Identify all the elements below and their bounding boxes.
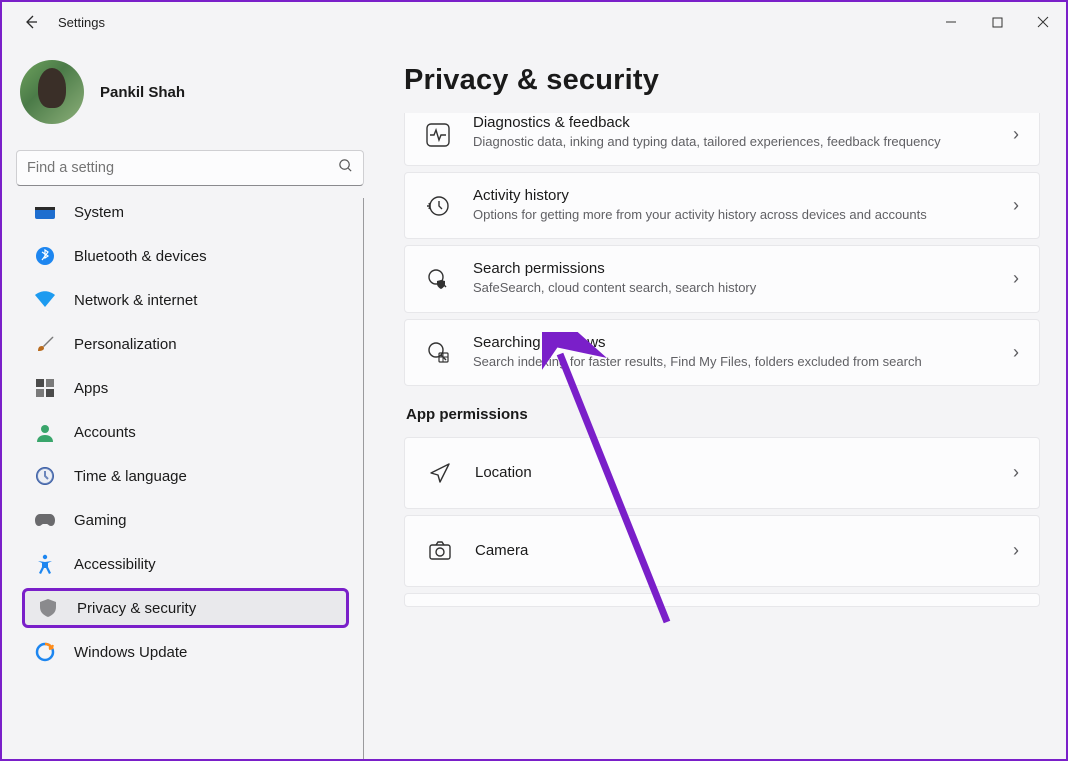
card-activity-history[interactable]: Activity history Options for getting mor… xyxy=(404,172,1040,239)
update-icon xyxy=(34,641,56,663)
main-panel: Privacy & security Diagnostics & feedbac… xyxy=(370,42,1066,759)
chevron-right-icon: › xyxy=(1013,124,1019,145)
sidebar-item-label: Apps xyxy=(74,380,108,397)
sidebar-item-accessibility[interactable]: Accessibility xyxy=(22,544,349,584)
sidebar-item-label: System xyxy=(74,204,124,221)
sidebar-item-label: Gaming xyxy=(74,512,127,529)
placeholder-icon xyxy=(425,593,455,607)
card-location[interactable]: Location › xyxy=(404,437,1040,509)
card-subtitle: Options for getting more from your activ… xyxy=(473,206,993,224)
card-partial-next[interactable] xyxy=(404,593,1040,607)
search-box[interactable] xyxy=(16,150,364,186)
window-title: Settings xyxy=(58,15,105,30)
sidebar-item-label: Network & internet xyxy=(74,292,197,309)
sidebar-item-system[interactable]: System xyxy=(22,198,349,232)
card-title: Diagnostics & feedback xyxy=(473,114,993,131)
card-title: Searching Windows xyxy=(473,334,993,351)
card-camera[interactable]: Camera › xyxy=(404,515,1040,587)
card-title: Location xyxy=(475,464,993,481)
sidebar-item-apps[interactable]: Apps xyxy=(22,368,349,408)
apps-icon xyxy=(34,377,56,399)
camera-icon xyxy=(425,536,455,566)
minimize-button[interactable] xyxy=(928,2,974,42)
sidebar-item-network[interactable]: Network & internet xyxy=(22,280,349,320)
sidebar-item-label: Bluetooth & devices xyxy=(74,248,207,265)
history-icon xyxy=(423,191,453,221)
card-search-permissions[interactable]: Search permissions SafeSearch, cloud con… xyxy=(404,245,1040,312)
minimize-icon xyxy=(945,16,957,28)
person-icon xyxy=(34,421,56,443)
chevron-right-icon: › xyxy=(1013,540,1019,561)
sidebar-item-label: Time & language xyxy=(74,468,187,485)
card-subtitle: Search indexing for faster results, Find… xyxy=(473,353,993,371)
search-input[interactable] xyxy=(27,160,338,176)
section-app-permissions: App permissions xyxy=(406,406,1040,423)
sidebar-item-label: Privacy & security xyxy=(77,600,196,617)
shield-icon xyxy=(37,597,59,619)
search-grid-icon xyxy=(423,337,453,367)
sidebar-item-bluetooth[interactable]: Bluetooth & devices xyxy=(22,236,349,276)
page-title: Privacy & security xyxy=(404,64,1040,97)
card-title: Search permissions xyxy=(473,260,993,277)
sidebar-item-label: Windows Update xyxy=(74,644,187,661)
card-subtitle: SafeSearch, cloud content search, search… xyxy=(473,279,993,297)
sidebar-item-gaming[interactable]: Gaming xyxy=(22,500,349,540)
sidebar-item-accounts[interactable]: Accounts xyxy=(22,412,349,452)
heartbeat-icon xyxy=(423,120,453,150)
profile-block[interactable]: Pankil Shah xyxy=(16,60,364,124)
back-arrow-icon xyxy=(23,14,39,30)
accessibility-icon xyxy=(34,553,56,575)
sidebar-item-privacy-security[interactable]: Privacy & security xyxy=(22,588,349,628)
card-subtitle: Diagnostic data, inking and typing data,… xyxy=(473,133,993,151)
chevron-right-icon: › xyxy=(1013,195,1019,216)
chevron-right-icon: › xyxy=(1013,268,1019,289)
chevron-right-icon: › xyxy=(1013,342,1019,363)
sidebar-item-label: Accessibility xyxy=(74,556,156,573)
system-icon xyxy=(34,201,56,223)
profile-name: Pankil Shah xyxy=(100,84,185,101)
search-shield-icon xyxy=(423,264,453,294)
avatar xyxy=(20,60,84,124)
window-controls xyxy=(928,2,1066,42)
title-bar: Settings xyxy=(2,2,1066,42)
sidebar: Pankil Shah System Blue xyxy=(2,42,370,759)
search-icon xyxy=(338,158,353,178)
card-diagnostics-feedback[interactable]: Diagnostics & feedback Diagnostic data, … xyxy=(404,113,1040,166)
card-title: Camera xyxy=(475,542,993,559)
sidebar-item-personalization[interactable]: Personalization xyxy=(22,324,349,364)
sidebar-nav: System Bluetooth & devices Network & int… xyxy=(16,198,364,759)
maximize-button[interactable] xyxy=(974,2,1020,42)
brush-icon xyxy=(34,333,56,355)
maximize-icon xyxy=(992,17,1003,28)
clock-icon xyxy=(34,465,56,487)
sidebar-item-label: Personalization xyxy=(74,336,177,353)
sidebar-item-windows-update[interactable]: Windows Update xyxy=(22,632,349,672)
close-icon xyxy=(1037,16,1049,28)
back-button[interactable] xyxy=(14,5,48,39)
card-title: Activity history xyxy=(473,187,993,204)
close-button[interactable] xyxy=(1020,2,1066,42)
sidebar-item-time-language[interactable]: Time & language xyxy=(22,456,349,496)
bluetooth-icon xyxy=(34,245,56,267)
gamepad-icon xyxy=(34,509,56,531)
sidebar-item-label: Accounts xyxy=(74,424,136,441)
location-icon xyxy=(425,458,455,488)
card-searching-windows[interactable]: Searching Windows Search indexing for fa… xyxy=(404,319,1040,386)
chevron-right-icon: › xyxy=(1013,462,1019,483)
wifi-icon xyxy=(34,289,56,311)
